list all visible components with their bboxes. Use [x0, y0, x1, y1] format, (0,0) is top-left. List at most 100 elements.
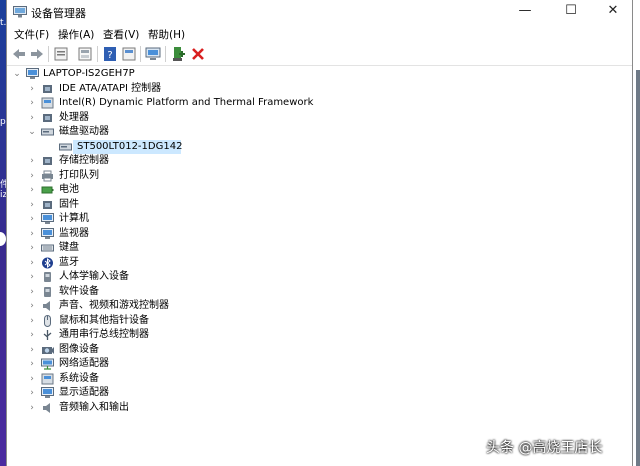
expand-chevron-icon[interactable]: › — [28, 183, 36, 197]
tree-device-row[interactable]: ST500LT012-1DG142 — [7, 140, 627, 154]
tree-category-row[interactable]: › 电池 — [7, 183, 627, 197]
tree-category-row[interactable]: › 键盘 — [7, 241, 627, 255]
tree-category-row[interactable]: › 人体学输入设备 — [7, 270, 627, 284]
close-button[interactable]: ✕ — [590, 0, 636, 24]
collapse-chevron-icon[interactable]: ⌄ — [13, 67, 21, 81]
expand-chevron-icon[interactable]: › — [28, 227, 36, 241]
update-driver-icon[interactable] — [121, 46, 137, 62]
tree-category-row[interactable]: › 计算机 — [7, 212, 627, 226]
category-label: 显示适配器 — [59, 387, 109, 398]
thermal-icon — [41, 97, 54, 109]
category-label: 音频输入和输出 — [59, 402, 129, 413]
category-label: 打印队列 — [59, 170, 99, 181]
battery-icon — [41, 186, 54, 194]
tree-category-row[interactable]: › 通用串行总线控制器 — [7, 328, 627, 342]
expand-chevron-icon[interactable]: › — [28, 212, 36, 226]
properties-sheet-icon[interactable] — [53, 46, 69, 62]
expand-chevron-icon[interactable]: › — [28, 357, 36, 371]
expand-chevron-icon[interactable]: › — [28, 401, 36, 415]
uninstall-x-icon[interactable] — [190, 46, 206, 62]
menu-action[interactable]: 操作(A) — [58, 27, 94, 42]
menu-file[interactable]: 文件(F) — [14, 27, 49, 42]
forward-arrow-icon[interactable] — [29, 46, 45, 62]
ide-controller-icon — [43, 85, 52, 93]
software-device-icon — [44, 287, 51, 297]
back-arrow-icon[interactable] — [11, 46, 27, 62]
tree-category-row[interactable]: › 处理器 — [7, 111, 627, 125]
category-label: 电池 — [59, 184, 79, 195]
tree-category-row[interactable]: › IDE ATA/ATAPI 控制器 — [7, 82, 627, 96]
tree-category-row[interactable]: › 图像设备 — [7, 343, 627, 357]
mouse-icon — [44, 315, 51, 327]
expand-chevron-icon[interactable]: › — [28, 314, 36, 328]
desktop-text-fragment: p — [0, 117, 6, 127]
category-label: 人体学输入设备 — [59, 271, 129, 282]
computer-icon — [26, 68, 39, 79]
maximize-button[interactable]: ☐ — [548, 0, 594, 24]
category-label: IDE ATA/ATAPI 控制器 — [59, 83, 162, 94]
scan-hardware-icon[interactable] — [145, 46, 161, 62]
tree-category-row[interactable]: › 软件设备 — [7, 285, 627, 299]
tree-category-row[interactable]: › 固件 — [7, 198, 627, 212]
printer-icon — [42, 170, 53, 182]
expand-chevron-icon[interactable]: › — [28, 299, 36, 313]
expand-chevron-icon[interactable]: › — [28, 96, 36, 110]
category-label: 软件设备 — [59, 286, 99, 297]
expand-chevron-icon[interactable]: › — [28, 111, 36, 125]
window-title: 设备管理器 — [31, 7, 86, 20]
network-icon — [41, 358, 54, 370]
category-label: 鼠标和其他指针设备 — [59, 315, 149, 326]
firmware-icon — [43, 201, 52, 209]
category-label: 系统设备 — [59, 373, 99, 384]
show-hidden-icon[interactable] — [77, 46, 93, 62]
device-label: ST500LT012-1DG142 — [77, 141, 183, 152]
menu-view[interactable]: 查看(V) — [103, 27, 139, 42]
minimize-button[interactable]: — — [502, 0, 548, 24]
tree-category-row[interactable]: › 监视器 — [7, 227, 627, 241]
category-label: 处理器 — [59, 112, 89, 123]
expand-chevron-icon[interactable]: › — [28, 270, 36, 284]
watermark: 头条 @高烧王店长 — [486, 440, 603, 456]
expand-chevron-icon[interactable]: › — [28, 198, 36, 212]
expand-chevron-icon[interactable]: › — [28, 372, 36, 386]
expand-chevron-icon[interactable]: › — [28, 82, 36, 96]
expand-chevron-icon[interactable]: › — [28, 241, 36, 255]
expand-chevron-icon[interactable]: › — [28, 256, 36, 270]
expand-chevron-icon[interactable]: › — [28, 328, 36, 342]
add-legacy-hardware-icon[interactable] — [170, 46, 186, 62]
tree-category-row[interactable]: › 存储控制器 — [7, 154, 627, 168]
expand-chevron-icon[interactable]: › — [28, 285, 36, 299]
category-label: 监视器 — [59, 228, 89, 239]
collapse-chevron-icon[interactable]: ⌄ — [28, 125, 36, 139]
tree-category-row[interactable]: › 网络适配器 — [7, 357, 627, 371]
expand-chevron-icon[interactable]: › — [28, 154, 36, 168]
tree-category-row[interactable]: › 显示适配器 — [7, 386, 627, 400]
expand-chevron-icon[interactable]: › — [28, 386, 36, 400]
expand-chevron-icon[interactable]: › — [28, 343, 36, 357]
tree-category-row[interactable]: › 鼠标和其他指针设备 — [7, 314, 627, 328]
sound-icon — [43, 301, 50, 311]
tree-category-row[interactable]: › Intel(R) Dynamic Platform and Thermal F… — [7, 96, 627, 110]
audio-io-icon — [43, 403, 50, 413]
computer-name: LAPTOP-IS2GEH7P — [43, 68, 135, 79]
help-book-icon[interactable]: ? — [102, 46, 118, 62]
usb-icon — [43, 330, 52, 340]
tree-category-row[interactable]: › 打印队列 — [7, 169, 627, 183]
system-device-icon — [41, 373, 54, 385]
keyboard-icon — [41, 244, 54, 252]
tree-root[interactable]: ⌄ LAPTOP-IS2GEH7P — [7, 67, 307, 81]
expand-chevron-icon[interactable]: › — [28, 169, 36, 183]
category-label: 通用串行总线控制器 — [59, 329, 149, 340]
title-bar[interactable]: 设备管理器 — ☐ ✕ — [7, 0, 632, 24]
tree-category-row[interactable]: › 音频输入和输出 — [7, 401, 627, 415]
tree-category-row[interactable]: ⌄ 磁盘驱动器 — [7, 125, 627, 139]
tree-category-row[interactable]: › 系统设备 — [7, 372, 627, 386]
tree-category-row[interactable]: › 声音、视频和游戏控制器 — [7, 299, 627, 313]
disk-icon — [59, 143, 72, 151]
hid-icon — [44, 272, 51, 282]
category-label: 图像设备 — [59, 344, 99, 355]
category-label: 键盘 — [59, 242, 79, 253]
tree-category-row[interactable]: › 蓝牙 — [7, 256, 627, 270]
menu-help[interactable]: 帮助(H) — [148, 27, 185, 42]
computer-icon — [41, 213, 54, 224]
